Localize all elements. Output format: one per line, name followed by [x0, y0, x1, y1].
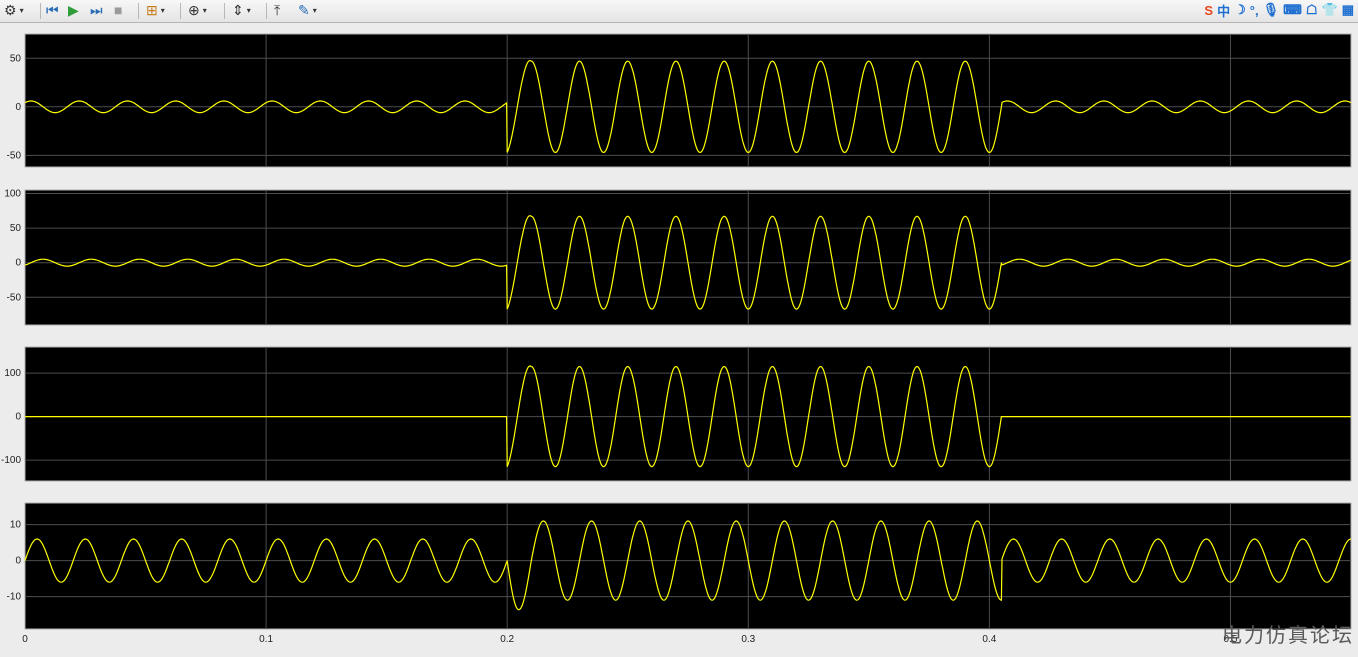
- y-tick-label: 100: [4, 368, 21, 379]
- cursor-measure-icon: ⤒: [274, 1, 281, 18]
- signal-select-button[interactable]: ⊞ ▾: [146, 1, 165, 19]
- x-tick-label: 0: [22, 634, 28, 645]
- grid-menu-icon[interactable]: ▦: [1342, 2, 1354, 18]
- ime-chinese-mode-icon[interactable]: 中: [1217, 1, 1230, 20]
- ime-punctuation-icon[interactable]: °,: [1250, 3, 1259, 18]
- settings-button[interactable]: ⚙ ▾: [4, 1, 24, 19]
- stop-icon: ■: [114, 2, 123, 18]
- toolbar-separator: [138, 3, 139, 19]
- y-tick-label: -10: [7, 592, 22, 603]
- y-tick-label: 50: [10, 223, 22, 234]
- step-back-icon: ⏮: [46, 1, 59, 18]
- toolbar-separator: [266, 3, 267, 19]
- y-tick-label: 100: [4, 188, 21, 199]
- y-tick-label: -100: [1, 455, 21, 466]
- step-back-button[interactable]: ⏮: [46, 1, 59, 19]
- autoscale-button[interactable]: ⇕ ▾: [232, 1, 251, 19]
- toolbar-separator: [40, 3, 41, 19]
- ime-halfwidth-icon[interactable]: ☽: [1234, 2, 1246, 18]
- sogou-logo-icon[interactable]: S: [1204, 3, 1213, 18]
- x-tick-label: 0.1: [259, 634, 273, 645]
- y-tick-label: 0: [15, 556, 21, 567]
- x-tick-label: 0.2: [500, 634, 514, 645]
- scope-toolbar: ⚙ ▾ ⏮ ▶ ⏭ ■ ⊞ ▾ ⊕ ▾ ⇕ ▾ ⤒ ✎ ▾ S 中 ☽ °, 🎙 ⌨ ☖ 👕 ▦: [0, 0, 1358, 23]
- toolbar-separator: [224, 3, 225, 19]
- highlight-icon: ✎: [298, 1, 310, 18]
- stop-button[interactable]: ■: [114, 1, 122, 19]
- toolbar-separator: [180, 3, 181, 19]
- shirt-icon[interactable]: 👕: [1322, 2, 1338, 18]
- watermark: 电力仿真论坛: [1222, 623, 1354, 647]
- y-tick-label: 0: [15, 412, 21, 423]
- signal-select-icon: ⊞: [146, 1, 158, 18]
- keyboard-icon[interactable]: ⌨: [1283, 2, 1302, 18]
- scope-plot-area: -50 0 50 -50 0 50 100 -100 0 100 -10 0 10 0 0.1 0.2 0.3 0…: [0, 23, 1358, 652]
- scope-plots-svg: -50050-50050100-1000100-100100 0.1 0.2 0.3 0…: [1, 33, 1352, 645]
- run-button[interactable]: ▶: [68, 1, 79, 19]
- y-tick-label: -50: [7, 292, 22, 303]
- settings-icon: ⚙: [4, 1, 17, 18]
- zoom-in-button[interactable]: ⊕ ▾: [188, 1, 207, 19]
- scope-panel-4: [24, 502, 1352, 630]
- chevron-down-icon: ▾: [202, 5, 207, 15]
- scope-panel-2: [24, 189, 1352, 326]
- microphone-icon[interactable]: 🎙: [1263, 2, 1280, 18]
- skin-icon[interactable]: ☖: [1306, 2, 1318, 18]
- y-tick-label: 10: [10, 520, 22, 531]
- ime-toolbar: S 中 ☽ °, 🎙 ⌨ ☖ 👕 ▦: [1204, 0, 1354, 20]
- y-tick-label: -50: [7, 150, 22, 161]
- chevron-down-icon: ▾: [312, 5, 317, 15]
- run-icon: ▶: [68, 1, 79, 18]
- chevron-down-icon: ▾: [19, 5, 24, 15]
- x-tick-label: 0.4: [982, 634, 996, 645]
- step-forward-icon: ⏭: [90, 1, 103, 18]
- highlight-button[interactable]: ✎ ▾: [298, 1, 317, 19]
- chevron-down-icon: ▾: [160, 5, 165, 15]
- x-tick-label: 0.3: [741, 634, 755, 645]
- step-forward-button[interactable]: ⏭: [90, 1, 103, 19]
- zoom-in-icon: ⊕: [188, 1, 200, 18]
- y-tick-label: 0: [15, 102, 21, 113]
- chevron-down-icon: ▾: [246, 5, 251, 15]
- cursor-measure-button[interactable]: ⤒: [274, 1, 280, 19]
- y-tick-label: 0: [15, 258, 21, 269]
- autoscale-icon: ⇕: [232, 1, 244, 18]
- y-tick-label: 50: [10, 53, 22, 64]
